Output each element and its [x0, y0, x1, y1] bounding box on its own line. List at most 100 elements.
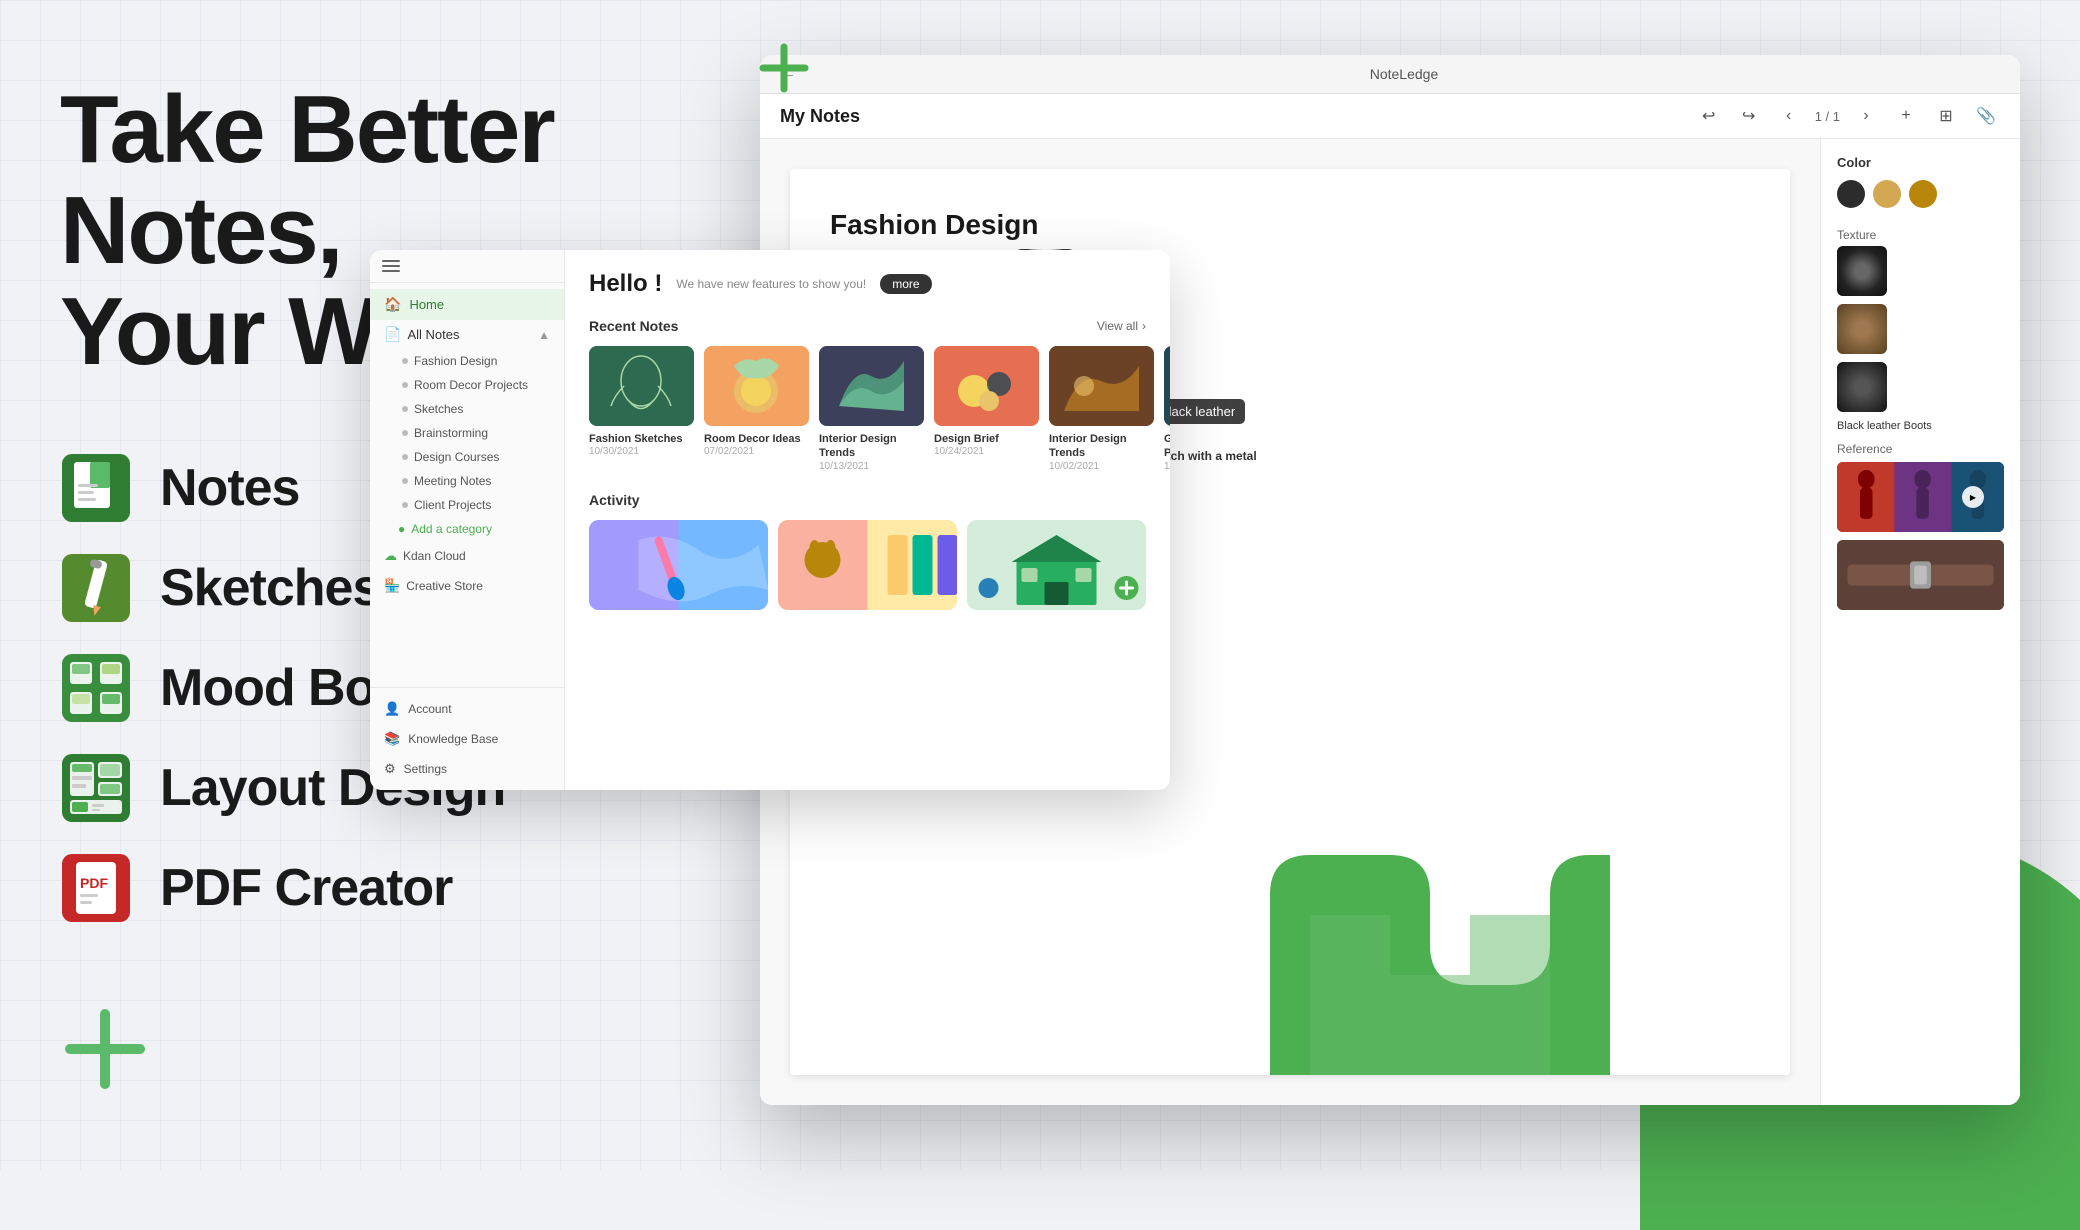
home-label: Home: [409, 297, 444, 312]
sidebar-brainstorming[interactable]: Brainstorming: [370, 421, 564, 445]
undo-icon[interactable]: ↩: [1695, 102, 1723, 130]
notes-icon: [60, 452, 132, 524]
brainstorming-label: Brainstorming: [414, 426, 488, 440]
hamburger-menu[interactable]: [382, 260, 400, 272]
sidebar-footer: 👤 Account 📚 Knowledge Base ⚙ Settings: [370, 687, 564, 790]
activity-card-2[interactable]: [778, 520, 957, 610]
add-page-icon[interactable]: +: [1892, 102, 1920, 130]
activity-grid: [589, 520, 1146, 610]
sidebar-settings[interactable]: ⚙ Settings: [370, 754, 564, 784]
back-notes-title: My Notes: [780, 106, 1679, 127]
swatch-dark-gold[interactable]: [1909, 180, 1937, 208]
view-all-link[interactable]: View all ›: [1097, 319, 1146, 333]
dot-icon-6: [402, 478, 408, 484]
settings-icon: ⚙: [384, 761, 396, 777]
green-plus-top-icon: [758, 42, 810, 107]
notes-grid: Fashion Sketches 10/30/2021 Room Decor I…: [589, 346, 1146, 472]
sidebar-knowledge-base[interactable]: 📚 Knowledge Base: [370, 724, 564, 754]
note-card-brief[interactable]: Design Brief 10/24/2021: [934, 346, 1039, 472]
texture-section-title: Texture: [1837, 228, 2004, 242]
page-indicator: 1 / 1: [1815, 109, 1840, 124]
notes-label: Notes: [160, 458, 299, 518]
sketches-label: Sketches: [160, 558, 380, 618]
sidebar-home[interactable]: 🏠 Home: [370, 289, 564, 320]
sidebar-creative-store[interactable]: 🏪 Creative Store: [370, 571, 564, 601]
sidebar-design-courses[interactable]: Design Courses: [370, 445, 564, 469]
meeting-notes-label: Meeting Notes: [414, 474, 491, 488]
note-card-graphic[interactable]: Graphic Design Portfolio 11/02/2021: [1164, 346, 1170, 472]
activity-card-1[interactable]: [589, 520, 768, 610]
prev-page-icon[interactable]: ‹: [1775, 102, 1803, 130]
sidebar-kdan-cloud[interactable]: ☁ Kdan Cloud: [370, 541, 564, 571]
fashion-design-label: Fashion Design: [414, 354, 497, 368]
back-toolbar: My Notes ↩ ↪ ‹ 1 / 1 › + ⊞ 📎: [760, 94, 2020, 139]
pdf-creator-icon: PDF: [60, 852, 132, 924]
sketches-icon: [60, 552, 132, 624]
sidebar-room-decor[interactable]: Room Decor Projects: [370, 373, 564, 397]
grid-view-icon[interactable]: ⊞: [1932, 102, 1960, 130]
cloud-icon: ☁: [384, 548, 397, 564]
sidebar-account[interactable]: 👤 Account: [370, 694, 564, 724]
note-title-interior: Interior Design Trends: [819, 432, 924, 461]
note-card-interior2[interactable]: Interior Design Trends 10/02/2021: [1049, 346, 1154, 472]
activity-card-3[interactable]: [967, 520, 1146, 610]
note-title-interior2: Interior Design Trends: [1049, 432, 1154, 461]
activity-section: Activity: [589, 492, 1146, 610]
sidebar-meeting-notes[interactable]: Meeting Notes: [370, 469, 564, 493]
dot-icon-4: [402, 430, 408, 436]
texture-name: Black leather Boots: [1837, 420, 2004, 432]
fashion-design-title: Fashion Design: [830, 209, 1750, 241]
reference-image-belt: [1837, 540, 2004, 610]
note-title-room: Room Decor Ideas: [704, 432, 809, 446]
all-notes-icon: 📄: [384, 326, 401, 343]
texture-thumb-brown: [1837, 304, 1887, 354]
dot-icon-5: [402, 454, 408, 460]
knowledge-base-label: Knowledge Base: [408, 732, 498, 746]
toolbar-icons: ↩ ↪ ‹ 1 / 1 › + ⊞ 📎: [1695, 102, 2000, 130]
sidebar-client-projects[interactable]: Client Projects: [370, 493, 564, 517]
texture-item-3: [1837, 362, 2004, 412]
feature-pdf-creator: PDF PDF Creator: [60, 852, 760, 924]
reference-image-people: ▶: [1837, 462, 2004, 532]
account-icon: 👤: [384, 701, 400, 717]
right-panel: Color Texture Black leather Boots Refere…: [1820, 139, 2020, 1105]
play-button[interactable]: ▶: [1962, 486, 1984, 508]
sidebar-fashion-design[interactable]: Fashion Design: [370, 349, 564, 373]
settings-label: Settings: [404, 762, 447, 776]
recent-notes-header: Recent Notes View all ›: [589, 318, 1146, 334]
add-category-label: Add a category: [411, 522, 492, 536]
swatch-gold[interactable]: [1873, 180, 1901, 208]
mood-boards-icon: [60, 652, 132, 724]
swatch-black[interactable]: [1837, 180, 1865, 208]
note-title-fashion: Fashion Sketches: [589, 432, 694, 446]
all-notes-label: All Notes: [407, 327, 459, 342]
note-card-fashion[interactable]: Fashion Sketches 10/30/2021: [589, 346, 694, 472]
more-button[interactable]: more: [880, 274, 931, 294]
svg-text:PDF: PDF: [80, 875, 108, 891]
redo-icon[interactable]: ↪: [1735, 102, 1763, 130]
note-date-room: 07/02/2021: [704, 446, 809, 457]
note-date-interior: 10/13/2021: [819, 461, 924, 472]
note-card-room[interactable]: Room Decor Ideas 07/02/2021: [704, 346, 809, 472]
recent-notes-title: Recent Notes: [589, 318, 678, 334]
sidebar-sketches[interactable]: Sketches: [370, 397, 564, 421]
note-thumb-room: [704, 346, 809, 426]
sidebar-add-category[interactable]: ● Add a category: [370, 517, 564, 541]
pdf-creator-label: PDF Creator: [160, 858, 452, 918]
main-app-window: 🏠 Home 📄 All Notes ▲ Fashion Design Room…: [370, 250, 1170, 790]
creative-store-label: Creative Store: [406, 579, 483, 593]
note-date-fashion: 10/30/2021: [589, 446, 694, 457]
texture-item-1: [1837, 246, 2004, 296]
main-content-area: Hello ! We have new features to show you…: [565, 250, 1170, 790]
note-card-interior[interactable]: Interior Design Trends 10/13/2021: [819, 346, 924, 472]
sidebar-all-notes[interactable]: 📄 All Notes ▲: [370, 320, 564, 349]
kdan-cloud-label: Kdan Cloud: [403, 549, 466, 563]
note-title-graphic: Graphic Design Portfolio: [1164, 432, 1170, 461]
greeting-subtitle: We have new features to show you!: [676, 277, 866, 291]
note-date-interior2: 10/02/2021: [1049, 461, 1154, 472]
note-thumb-interior: [819, 346, 924, 426]
texture-item-2: [1837, 304, 2004, 354]
attach-icon[interactable]: 📎: [1972, 102, 2000, 130]
note-thumb-interior2: [1049, 346, 1154, 426]
next-page-icon[interactable]: ›: [1852, 102, 1880, 130]
